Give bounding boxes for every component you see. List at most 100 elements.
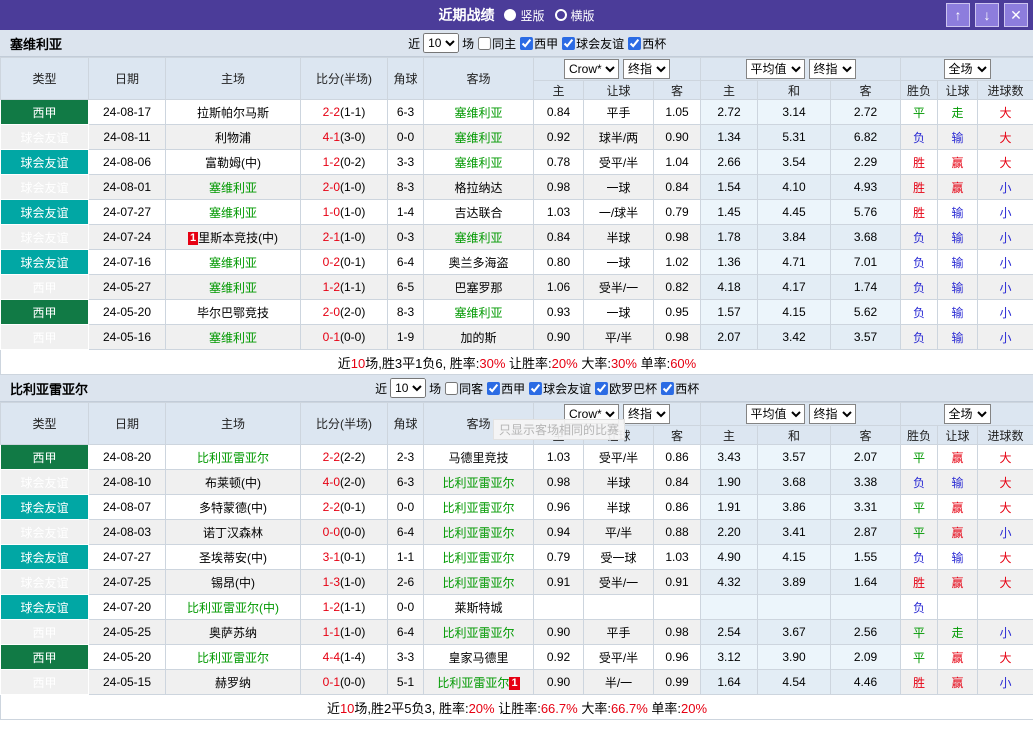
away-team-name: 比利亚雷亚尔 [442,625,515,640]
score-cell: 0-2(0-1) [300,249,388,275]
column-header: 角球 [387,57,424,100]
result-handicap-cell: 赢 [937,569,979,595]
result-goals-cell: 大 [977,149,1033,175]
result-handicap-cell: 输 [937,544,979,570]
checkbox-icon[interactable] [595,381,609,395]
checkbox-icon[interactable] [562,36,576,50]
column-header: 让球 [937,425,979,445]
checkbox-icon[interactable] [445,381,459,395]
summary-text: 20% [681,700,708,716]
close-button[interactable]: ✕ [1004,3,1028,27]
match-type-cell: 球会友谊 [0,569,89,595]
handicap-cell: 半球 [583,494,654,520]
avg-away-cell: 3.57 [829,324,902,350]
match-row: 球会友谊 24-07-27 塞维利亚 1-0(1-0) 1-4 吉达联合 1.03 一/球半 0… [0,199,1033,225]
odds-away-cell: 0.86 [653,494,701,520]
avg-final-select[interactable]: 终指 [808,59,856,79]
result-goals-cell: 小 [977,274,1033,300]
league-filter-checkbox[interactable]: 西甲 [519,35,558,52]
recent-games-select[interactable]: 10 [390,378,427,398]
league-filter-checkbox[interactable]: 西杯 [660,380,699,397]
home-team-cell: 塞维利亚 [165,174,301,200]
scope-select[interactable]: 全场 [943,404,991,424]
checkbox-icon[interactable] [529,381,543,395]
result-handicap-cell: 赢 [937,494,979,520]
odds-final-select[interactable]: 终指 [623,404,670,424]
home-team-name: 塞维利亚 [208,205,257,220]
checkbox-icon[interactable] [478,36,492,50]
avg-value-select[interactable]: 平均值 [745,404,805,424]
layout-radio-vertical[interactable]: 竖版 [504,7,545,24]
result-wdl-cell: 负 [900,594,939,620]
column-header: 角球 [387,402,424,445]
away-team-cell: 吉达联合 [423,199,534,225]
odds-home-cell: 1.03 [533,444,584,470]
halftime-score: (0-2) [340,155,366,169]
home-team-cell: 塞维利亚 [165,324,301,350]
odds-home-cell: 0.90 [533,324,584,350]
result-wdl-cell: 负 [900,124,939,150]
odds-away-cell: 1.04 [653,149,701,175]
fulltime-score: 1-3 [322,575,340,589]
away-team-name: 莱斯特城 [454,600,503,615]
home-team-name: 塞维利亚 [208,330,257,345]
league-filter-checkbox[interactable]: 球会友谊 [561,35,624,52]
away-team-name: 奥兰多海盗 [448,255,509,270]
result-handicap-cell: 赢 [937,644,979,670]
same-venue-label: 同主 [492,36,517,51]
recent-games-select[interactable]: 10 [423,33,460,53]
select-group-cell: 全场 [900,57,1033,81]
move-down-button[interactable]: ↓ [975,3,999,27]
down-arrow-icon: ↓ [983,7,991,23]
same-venue-checkbox[interactable]: 同客 [444,380,483,397]
handicap-cell: 受平/半 [583,644,654,670]
league-filter-checkbox[interactable]: 西杯 [627,35,666,52]
handicap-cell: 半球 [583,224,654,250]
select-group-cell: 全场 [900,402,1033,426]
result-goals-cell: 大 [977,444,1033,470]
handicap-cell: 受平/半 [583,149,654,175]
avg-home-cell: 3.43 [700,444,758,470]
halftime-score: (1-0) [340,575,366,589]
match-date-cell: 24-05-15 [88,669,166,695]
avg-value-select[interactable]: 平均值 [745,59,805,79]
checkbox-icon[interactable] [661,381,675,395]
summary-text: 让胜率: [505,355,552,371]
odds-final-select[interactable]: 终指 [623,59,670,79]
away-team-cell: 比利亚雷亚尔 [423,519,534,545]
home-team-name: 锡昂(中) [211,575,255,590]
result-handicap-cell: 输 [937,224,979,250]
layout-radio-horizontal[interactable]: 横版 [554,7,595,24]
checkbox-icon[interactable] [520,36,534,50]
away-team-cell: 皇家马德里 [423,644,534,670]
fulltime-score: 1-2 [322,280,340,294]
fulltime-score: 4-4 [322,650,340,664]
home-team-cell: 诺丁汉森林 [165,519,301,545]
checkbox-icon[interactable] [628,36,642,50]
fulltime-score: 2-2 [322,105,340,119]
league-filter-checkbox[interactable]: 球会友谊 [528,380,591,397]
avg-away-cell: 5.62 [829,299,902,325]
avg-away-cell: 6.82 [829,124,902,150]
column-header: 比分(半场) [300,57,388,100]
odds-company-select[interactable]: Crow* [564,59,619,79]
checkbox-icon[interactable] [487,381,501,395]
league-filter-checkbox[interactable]: 西甲 [486,380,525,397]
odds-home-cell: 0.84 [533,99,584,125]
away-team-name: 塞维利亚 [454,105,503,120]
fulltime-score: 2-2 [322,450,340,464]
match-type-cell: 球会友谊 [0,469,89,495]
avg-final-select[interactable]: 终指 [808,404,856,424]
scope-select[interactable]: 全场 [943,59,991,79]
move-up-button[interactable]: ↑ [946,3,970,27]
result-wdl-cell: 胜 [900,149,939,175]
corner-cell: 3-3 [387,644,424,670]
halftime-score: (1-1) [340,600,366,614]
filter-bar: 近 10 场 同主 西甲 球会友谊 西杯 [408,33,666,53]
summary-text: 单率: [636,355,671,371]
halftime-score: (1-1) [340,280,366,294]
league-filter-checkbox[interactable]: 欧罗巴杯 [594,380,657,397]
score-cell: 3-1(0-1) [300,544,388,570]
same-venue-checkbox[interactable]: 同主 [477,35,516,52]
home-team-cell: 布莱顿(中) [165,469,301,495]
